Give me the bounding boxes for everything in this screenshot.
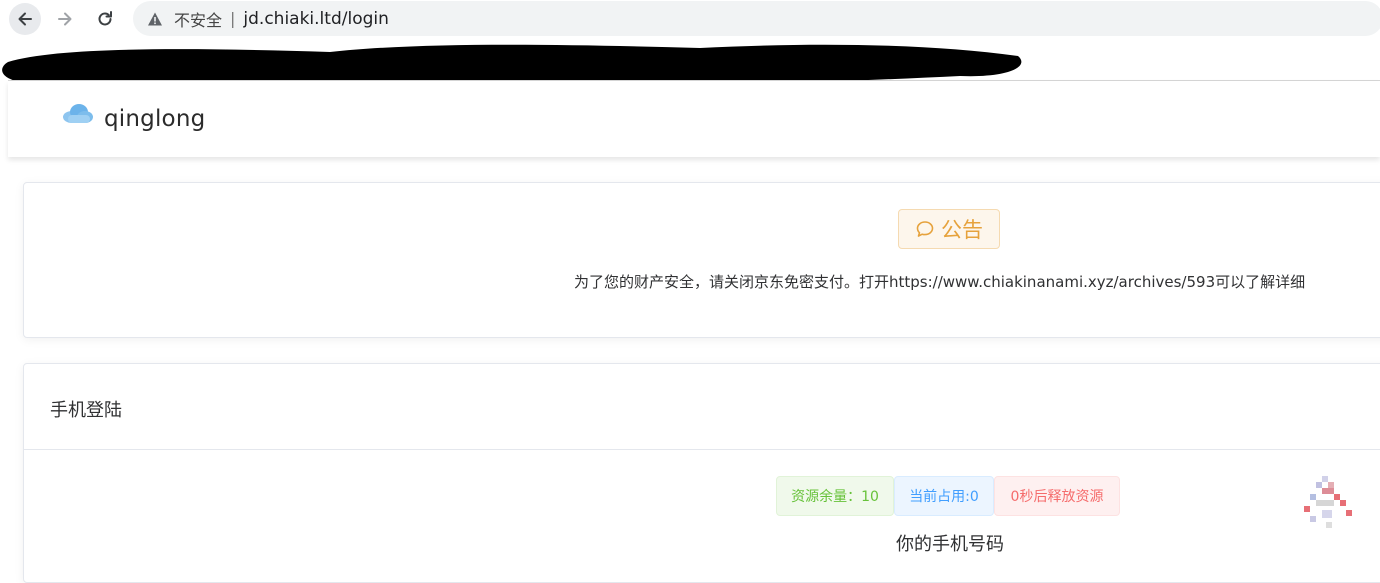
notice-badge-label: 公告 [941,218,983,242]
notice-card: 公告 为了您的财产安全，请关闭京东免密支付。打开https://www.chia… [23,182,1380,338]
chat-bubble-icon [916,221,934,237]
login-card-header: 手机登陆 [24,364,1380,450]
back-arrow-icon [18,12,32,26]
reload-button[interactable] [89,3,121,35]
release-timer-tag: 0秒后释放资源 [994,476,1120,516]
current-usage-tag: 当前占用:0 [894,476,994,516]
resources-remaining-tag: 资源余量：10 [776,476,894,516]
watermark-mascot-icon [1304,476,1352,528]
warning-triangle-icon [147,11,163,27]
address-bar[interactable]: 不安全 | jd.chiaki.ltd/login [133,1,1380,36]
reload-icon [98,11,112,26]
browser-toolbar: 不安全 | jd.chiaki.ltd/login [0,0,1380,37]
cloud-logo-icon [63,104,93,123]
back-button[interactable] [9,3,41,35]
notice-badge: 公告 [898,209,1000,249]
notice-text: 为了您的财产安全，请关闭京东免密支付。打开https://www.chiakin… [574,273,1306,291]
phone-number-label: 你的手机号码 [896,534,1004,555]
forward-arrow-icon [58,12,72,26]
forward-button[interactable] [49,3,81,35]
app-header: qinglong [8,81,1380,157]
app-title: qinglong [104,106,206,132]
login-card: 手机登陆 资源余量：10 当前占用:0 0秒后释放资源 你的手机号码 [23,363,1380,583]
security-status-label[interactable]: 不安全 [174,7,222,31]
login-title: 手机登陆 [50,400,122,421]
address-separator: | [230,9,236,28]
url-text[interactable]: jd.chiaki.ltd/login [243,9,388,29]
